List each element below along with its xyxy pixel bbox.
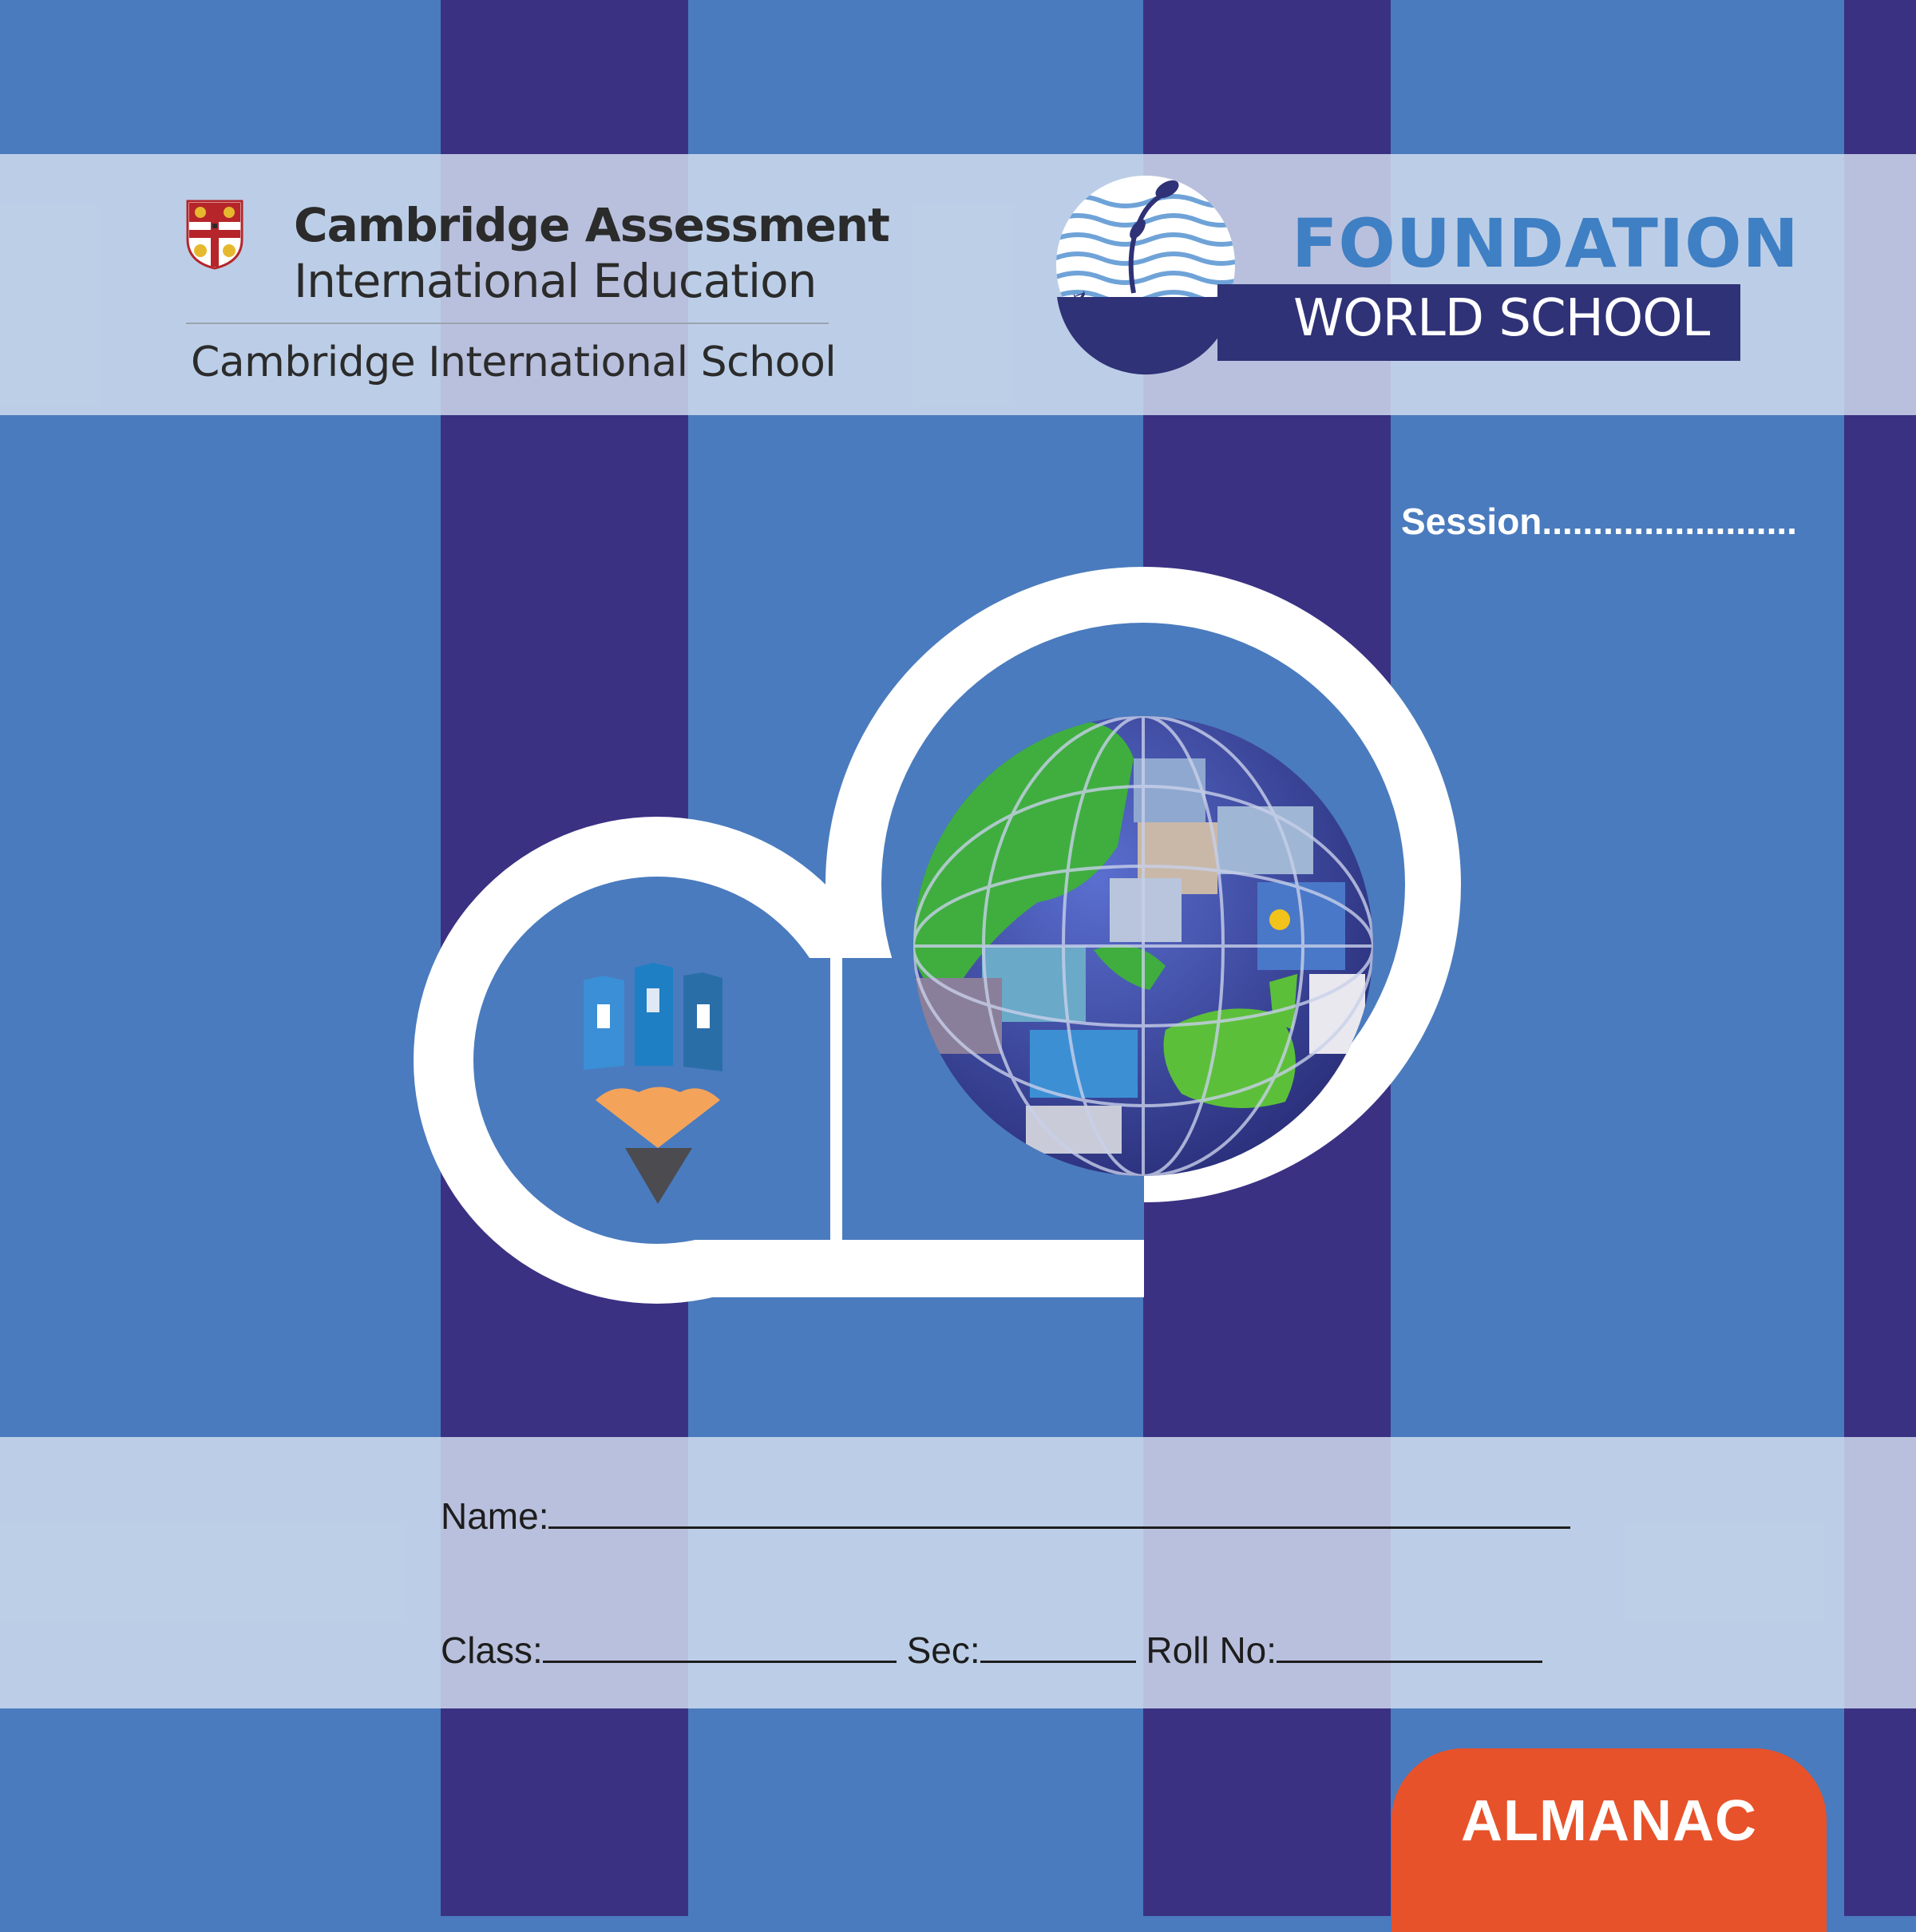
sec-blank[interactable] <box>980 1629 1136 1663</box>
roll-label: Roll No: <box>1146 1629 1277 1671</box>
sec-label: Sec: <box>906 1629 980 1671</box>
almanac-tab: ALMANAC <box>1391 1748 1827 1932</box>
name-blank[interactable] <box>548 1495 1571 1529</box>
name-row: Name: <box>441 1495 1571 1538</box>
class-label: Class: <box>441 1629 543 1671</box>
name-label: Name: <box>441 1495 549 1537</box>
roll-blank[interactable] <box>1277 1629 1543 1663</box>
class-blank[interactable] <box>542 1629 897 1663</box>
almanac-label: ALMANAC <box>1461 1789 1757 1853</box>
class-row: Class: Sec: Roll No: <box>441 1629 1543 1672</box>
